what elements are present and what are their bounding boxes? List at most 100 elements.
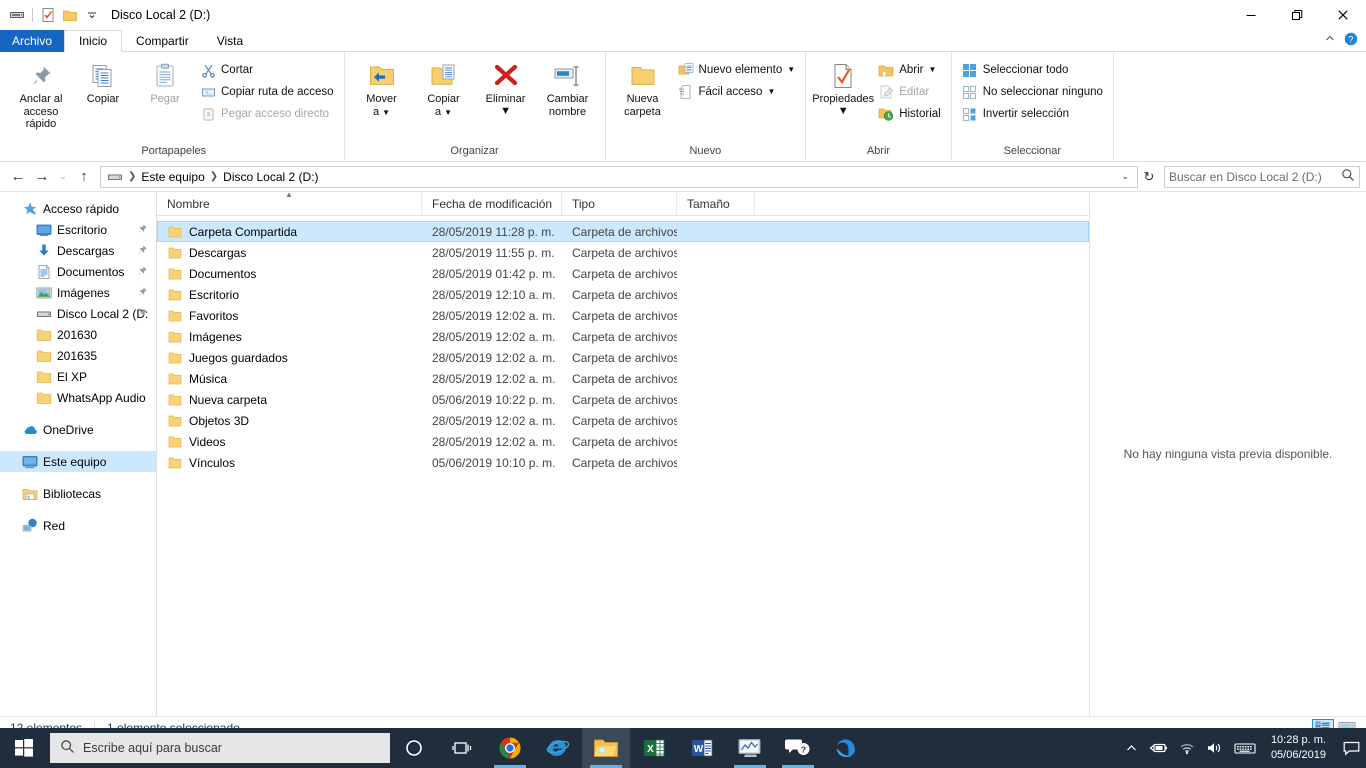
copy-to-button[interactable]: Copiar a ▼ xyxy=(413,56,475,121)
pin-icon[interactable] xyxy=(137,223,148,237)
properties-check-icon[interactable] xyxy=(37,4,59,26)
show-hidden-icons-icon[interactable] xyxy=(1120,728,1144,768)
breadcrumb-dropdown-icon[interactable]: ⌄ xyxy=(1115,171,1135,182)
start-button[interactable] xyxy=(0,728,48,768)
sidebar-item-whatsapp-audio[interactable]: WhatsApp Audio xyxy=(0,387,156,408)
move-to-button[interactable]: Mover a ▼ xyxy=(351,56,413,121)
pin-to-quick-access-button[interactable]: Anclar al acceso rápido xyxy=(10,56,72,134)
wifi-icon[interactable] xyxy=(1174,728,1201,768)
table-row[interactable]: Música 28/05/2019 12:02 a. m. Carpeta de… xyxy=(157,368,1089,389)
tab-inicio[interactable]: Inicio xyxy=(64,30,123,52)
table-row[interactable]: Nueva carpeta 05/06/2019 10:22 p. m. Car… xyxy=(157,389,1089,410)
sidebar-item-acceso-rapido[interactable]: Acceso rápido xyxy=(0,198,156,219)
breadcrumb[interactable]: ❯ Este equipo ❯ Disco Local 2 (D:) ⌄ xyxy=(100,165,1138,188)
recent-locations-button[interactable]: ⌄ xyxy=(54,165,72,189)
cell-tamano xyxy=(677,305,755,326)
cut-button[interactable]: Cortar xyxy=(196,59,338,81)
new-item-button[interactable]: Nuevo elemento ▼ xyxy=(674,59,800,81)
close-button[interactable] xyxy=(1320,0,1366,30)
action-center-icon[interactable] xyxy=(1336,728,1366,768)
history-button[interactable]: Historial xyxy=(874,103,945,125)
customize-dropdown-icon[interactable] xyxy=(81,4,103,26)
new-folder-icon[interactable] xyxy=(59,4,81,26)
sidebar-item-201635[interactable]: 201635 xyxy=(0,345,156,366)
column-header-tipo[interactable]: Tipo xyxy=(562,191,677,216)
pin-icon[interactable] xyxy=(137,244,148,258)
tab-compartir[interactable]: Compartir xyxy=(122,30,203,52)
select-none-button[interactable]: No seleccionar ninguno xyxy=(958,81,1107,103)
search-box[interactable] xyxy=(1164,165,1360,188)
sidebar-item-descargas[interactable]: Descargas xyxy=(0,240,156,261)
copy-button[interactable]: Copiar xyxy=(72,56,134,109)
table-row[interactable]: Descargas 28/05/2019 11:55 p. m. Carpeta… xyxy=(157,242,1089,263)
chrome-icon[interactable] xyxy=(486,728,534,768)
excel-icon[interactable]: X xyxy=(630,728,678,768)
help-icon[interactable]: ? xyxy=(1344,32,1358,49)
easy-access-button[interactable]: Fácil acceso ▼ xyxy=(674,81,800,103)
table-row[interactable]: Escritorio 28/05/2019 12:10 a. m. Carpet… xyxy=(157,284,1089,305)
properties-button[interactable]: Propiedades ▼ xyxy=(812,56,874,120)
sidebar-item-documentos[interactable]: Documentos xyxy=(0,261,156,282)
support-chat-icon[interactable]: ? xyxy=(774,728,822,768)
search-icon[interactable] xyxy=(1341,168,1355,185)
sidebar-item-onedrive[interactable]: OneDrive xyxy=(0,419,156,440)
select-all-button[interactable]: Seleccionar todo xyxy=(958,59,1107,81)
up-button[interactable]: ↑ xyxy=(72,165,96,189)
back-button[interactable]: ← xyxy=(6,165,30,189)
table-row[interactable]: Videos 28/05/2019 12:02 a. m. Carpeta de… xyxy=(157,431,1089,452)
tab-vista[interactable]: Vista xyxy=(203,30,257,52)
refresh-button[interactable]: ↻ xyxy=(1138,166,1160,188)
word-icon[interactable]: W xyxy=(678,728,726,768)
edit-button[interactable]: Editar xyxy=(874,81,945,103)
open-button[interactable]: Abrir ▼ xyxy=(874,59,945,81)
invert-selection-button[interactable]: Invertir selección xyxy=(958,103,1107,125)
copy-path-button[interactable]: \.. Copiar ruta de acceso xyxy=(196,81,338,103)
sidebar-item-imagenes[interactable]: Imágenes xyxy=(0,282,156,303)
sidebar-item-red[interactable]: Red xyxy=(0,515,156,536)
cell-tipo: Carpeta de archivos xyxy=(572,455,677,470)
keyboard-icon[interactable] xyxy=(1229,728,1261,768)
table-row[interactable]: Vínculos 05/06/2019 10:10 p. m. Carpeta … xyxy=(157,452,1089,473)
volume-icon[interactable] xyxy=(1201,728,1229,768)
forward-button[interactable]: → xyxy=(30,165,54,189)
sidebar-item-bibliotecas[interactable]: Bibliotecas xyxy=(0,483,156,504)
sidebar-item-el-xp[interactable]: El XP xyxy=(0,366,156,387)
sidebar-item-201630[interactable]: 201630 xyxy=(0,324,156,345)
search-input[interactable] xyxy=(1169,169,1341,184)
table-row[interactable]: Objetos 3D 28/05/2019 12:02 a. m. Carpet… xyxy=(157,410,1089,431)
edge-icon[interactable] xyxy=(822,728,870,768)
maximize-button[interactable] xyxy=(1274,0,1320,30)
delete-button[interactable]: Eliminar ▼ xyxy=(475,56,537,120)
sidebar-item-disco-local-2[interactable]: Disco Local 2 (D: xyxy=(0,303,156,324)
breadcrumb-item-este-equipo[interactable]: Este equipo xyxy=(137,167,208,187)
table-row[interactable]: Carpeta Compartida 28/05/2019 11:28 p. m… xyxy=(157,221,1089,242)
paste-button[interactable]: Pegar xyxy=(134,56,196,109)
tab-archivo[interactable]: Archivo xyxy=(0,30,65,52)
taskbar-search-box[interactable]: Escribe aquí para buscar xyxy=(50,733,390,763)
rename-button[interactable]: Cambiar nombre xyxy=(537,56,599,121)
sidebar-item-escritorio[interactable]: Escritorio xyxy=(0,219,156,240)
monitor-chart-icon[interactable] xyxy=(726,728,774,768)
minimize-button[interactable] xyxy=(1228,0,1274,30)
column-header-tamano[interactable]: Tamaño xyxy=(677,191,755,216)
file-explorer-icon[interactable] xyxy=(582,728,630,768)
collapse-ribbon-icon[interactable] xyxy=(1324,33,1336,48)
paste-shortcut-button[interactable]: Pegar acceso directo xyxy=(196,103,338,125)
pin-icon[interactable] xyxy=(137,265,148,279)
breadcrumb-item-disco-local-2[interactable]: Disco Local 2 (D:) xyxy=(219,167,322,187)
column-header-fecha[interactable]: Fecha de modificación xyxy=(422,191,562,216)
pin-icon[interactable] xyxy=(137,307,148,321)
battery-icon[interactable] xyxy=(1144,728,1174,768)
table-row[interactable]: Documentos 28/05/2019 01:42 p. m. Carpet… xyxy=(157,263,1089,284)
table-row[interactable]: Juegos guardados 28/05/2019 12:02 a. m. … xyxy=(157,347,1089,368)
column-header-nombre[interactable]: ▲ Nombre xyxy=(157,190,422,216)
sidebar-item-este-equipo[interactable]: Este equipo xyxy=(0,451,156,472)
new-folder-button[interactable]: Nueva carpeta xyxy=(612,56,674,121)
cortana-icon[interactable] xyxy=(390,728,438,768)
internet-explorer-icon[interactable] xyxy=(534,728,582,768)
task-view-icon[interactable] xyxy=(438,728,486,768)
pin-icon[interactable] xyxy=(137,286,148,300)
table-row[interactable]: Imágenes 28/05/2019 12:02 a. m. Carpeta … xyxy=(157,326,1089,347)
taskbar-clock[interactable]: 10:28 p. m. 05/06/2019 xyxy=(1261,728,1336,768)
table-row[interactable]: Favoritos 28/05/2019 12:02 a. m. Carpeta… xyxy=(157,305,1089,326)
